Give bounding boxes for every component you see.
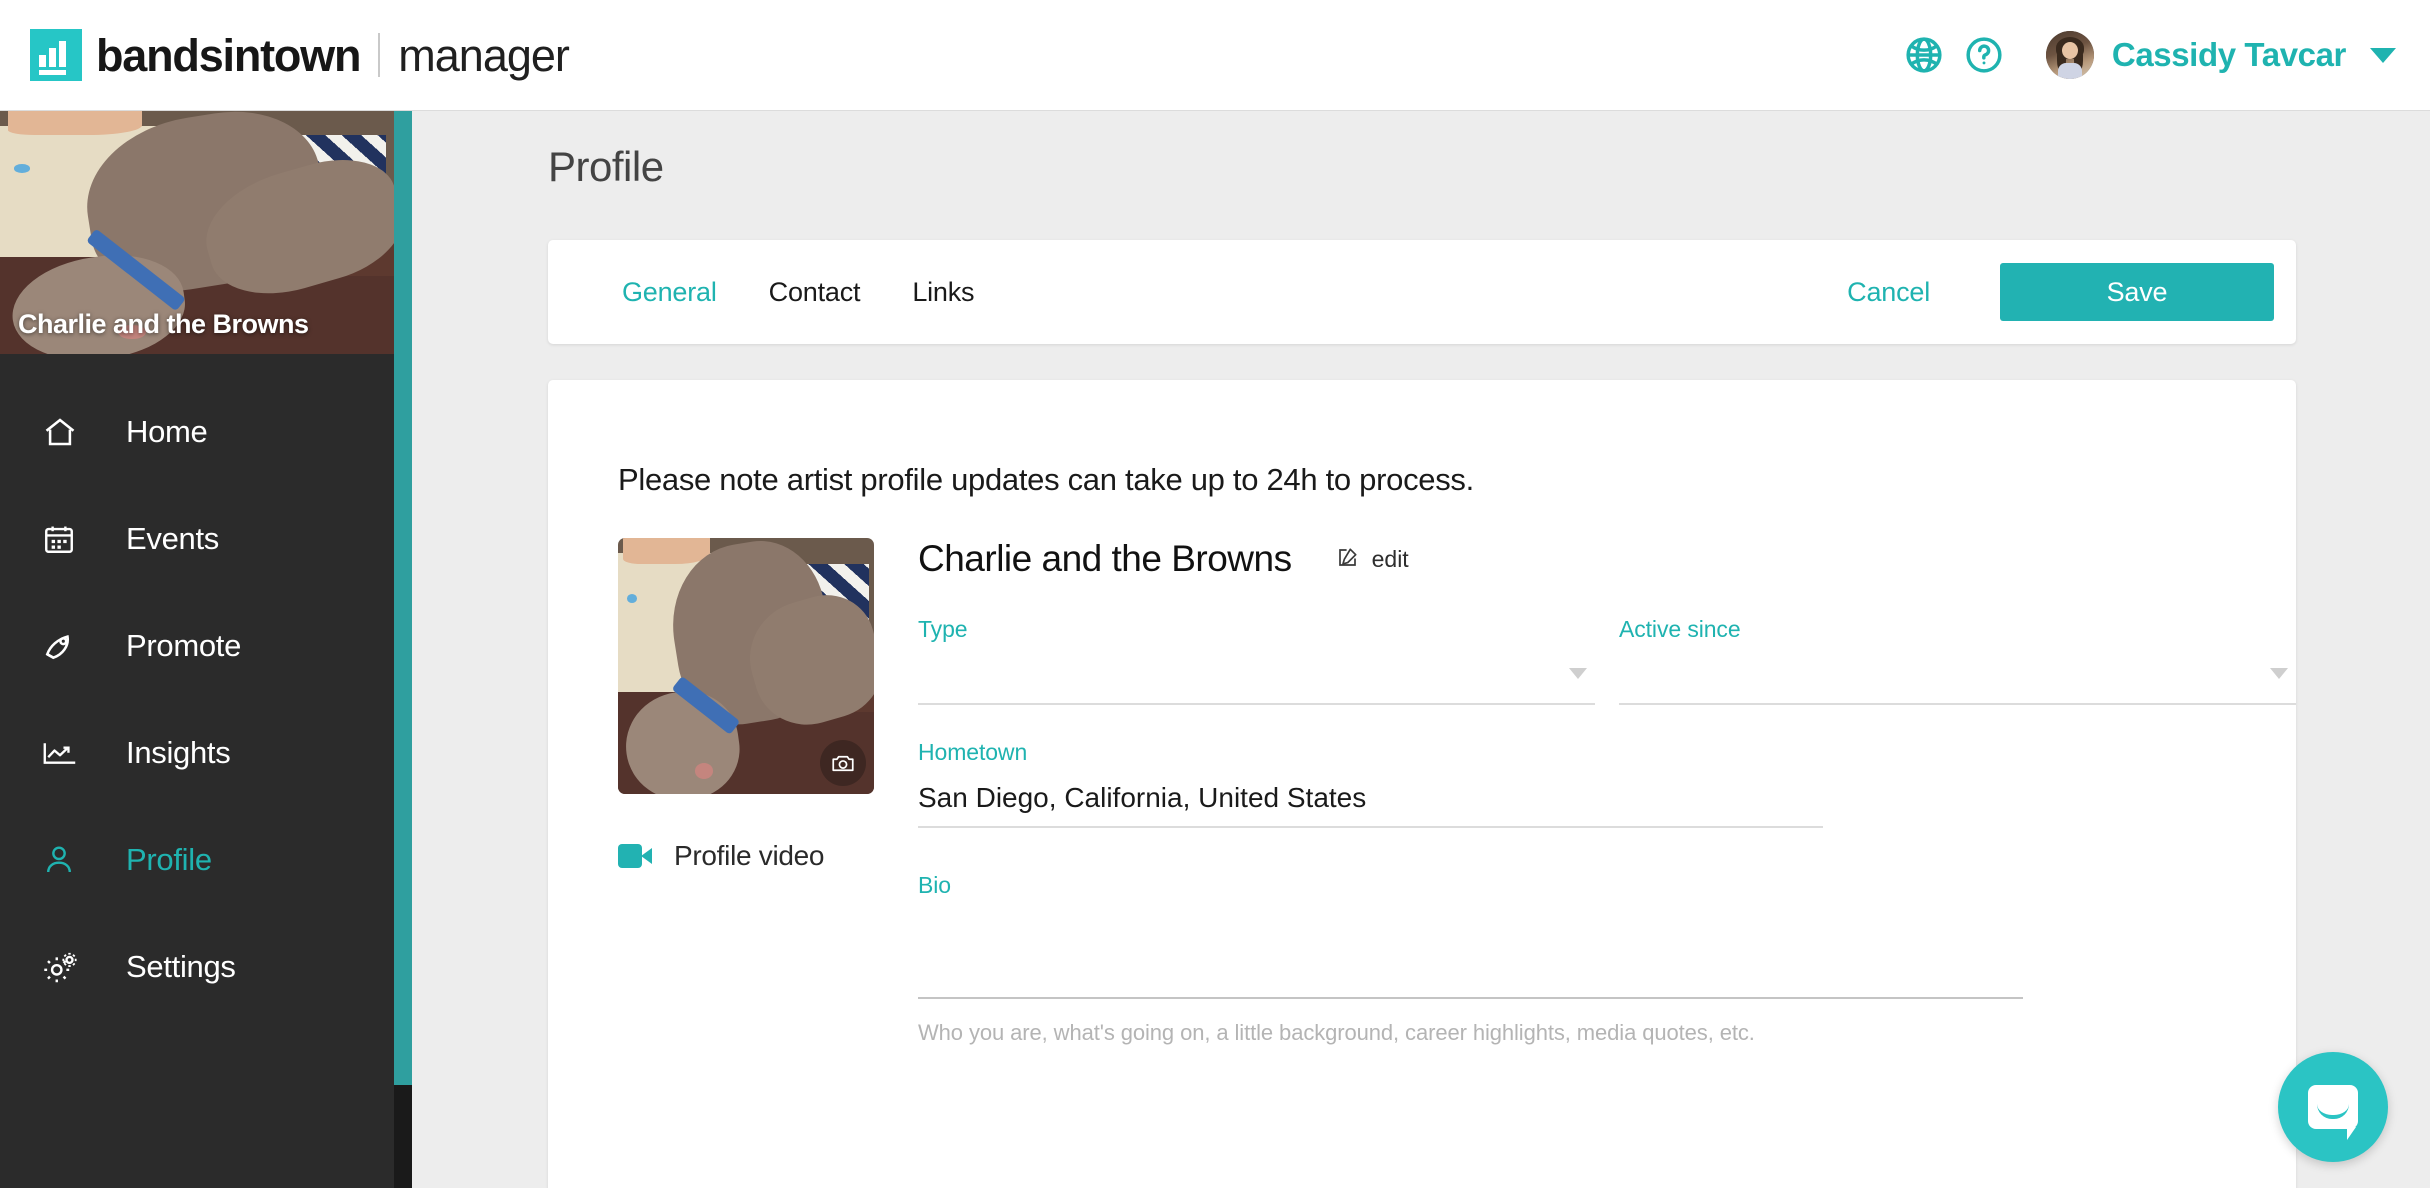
tab-general[interactable]: General <box>596 277 743 308</box>
active-since-select[interactable] <box>1619 653 2296 705</box>
main-content: Profile General Contact Links Cancel Sav… <box>412 111 2430 1188</box>
tab-links[interactable]: Links <box>886 277 1000 308</box>
brand-name: bandsintown <box>96 33 360 78</box>
help-circle-icon[interactable] <box>1954 25 2014 85</box>
user-name[interactable]: Cassidy Tavcar <box>2112 36 2346 74</box>
profile-form-row: Profile video Charlie and the Browns edi… <box>618 538 2296 1046</box>
chevron-down-icon[interactable] <box>2370 48 2396 63</box>
artist-banner-name: Charlie and the Browns <box>18 309 309 340</box>
field-bio-label: Bio <box>918 872 2023 899</box>
profile-video-label: Profile video <box>674 840 824 872</box>
update-notice: Please note artist profile updates can t… <box>618 462 2296 498</box>
profile-form-card: Please note artist profile updates can t… <box>548 380 2296 1188</box>
top-header: bandsintown manager <box>0 0 2430 111</box>
home-icon <box>42 414 88 450</box>
sidebar-item-events[interactable]: Events <box>0 485 394 592</box>
sidebar-accent-strip <box>394 111 412 1085</box>
sidebar-item-label: Profile <box>126 842 212 878</box>
sidebar-item-profile[interactable]: Profile <box>0 806 394 913</box>
form-actions: Cancel Save <box>1829 263 2274 321</box>
edit-name-button[interactable]: edit <box>1336 545 1409 574</box>
rocket-icon <box>42 628 88 664</box>
brand-divider <box>378 33 380 77</box>
chart-icon <box>42 738 88 768</box>
field-grid: Type Active since <box>918 616 2296 705</box>
fields-column: Charlie and the Browns edit Type <box>918 538 2296 1046</box>
field-bio: Bio Who you are, what's going on, a litt… <box>918 872 2023 1046</box>
bio-textarea[interactable] <box>918 909 2023 999</box>
field-type-label: Type <box>918 616 1595 643</box>
bio-hint: Who you are, what's going on, a little b… <box>918 1020 2023 1046</box>
sidebar-item-promote[interactable]: Promote <box>0 592 394 699</box>
brand-logo[interactable]: bandsintown manager <box>30 29 569 81</box>
video-camera-icon <box>618 844 652 868</box>
tab-list: General Contact Links <box>596 277 1000 308</box>
artist-banner[interactable]: Charlie and the Browns <box>0 111 394 354</box>
cancel-button[interactable]: Cancel <box>1829 277 1948 308</box>
artist-name-row: Charlie and the Browns edit <box>918 538 2296 580</box>
globe-icon[interactable] <box>1894 25 1954 85</box>
sidebar-item-label: Insights <box>126 735 230 771</box>
sidebar: Charlie and the Browns Home <box>0 111 394 1188</box>
gears-icon <box>42 950 88 984</box>
chat-bubble-icon[interactable] <box>2278 1052 2388 1162</box>
sidebar-accent-strip-bottom <box>394 1085 412 1188</box>
artist-name: Charlie and the Browns <box>918 538 1292 580</box>
sidebar-item-home[interactable]: Home <box>0 378 394 485</box>
sidebar-item-label: Promote <box>126 628 241 664</box>
photo-column: Profile video <box>618 538 874 1046</box>
bandsintown-logo-icon <box>30 29 82 81</box>
edit-label: edit <box>1372 546 1409 573</box>
sidebar-item-label: Settings <box>126 949 236 985</box>
hometown-input[interactable] <box>918 776 1823 828</box>
sidebar-item-label: Home <box>126 414 208 450</box>
tab-contact[interactable]: Contact <box>743 277 887 308</box>
profile-video-button[interactable]: Profile video <box>618 840 874 872</box>
field-hometown: Hometown <box>918 739 1823 828</box>
field-active-since: Active since <box>1619 616 2296 705</box>
field-active-since-label: Active since <box>1619 616 2296 643</box>
field-hometown-label: Hometown <box>918 739 1823 766</box>
tabs-card: General Contact Links Cancel Save <box>548 240 2296 344</box>
header-actions: Cassidy Tavcar <box>1894 25 2396 85</box>
page-title: Profile <box>548 143 2430 191</box>
sidebar-item-settings[interactable]: Settings <box>0 913 394 1020</box>
person-icon <box>42 843 88 877</box>
sidebar-item-label: Events <box>126 521 219 557</box>
camera-icon[interactable] <box>820 740 866 786</box>
sidebar-nav: Home Events <box>0 354 394 1020</box>
profile-photo[interactable] <box>618 538 874 794</box>
sidebar-item-insights[interactable]: Insights <box>0 699 394 806</box>
pencil-square-icon <box>1336 545 1360 574</box>
type-select[interactable] <box>918 653 1595 705</box>
calendar-icon <box>42 522 88 556</box>
avatar[interactable] <box>2046 31 2094 79</box>
save-button[interactable]: Save <box>2000 263 2274 321</box>
brand-subtitle: manager <box>398 33 569 78</box>
field-type: Type <box>918 616 1595 705</box>
